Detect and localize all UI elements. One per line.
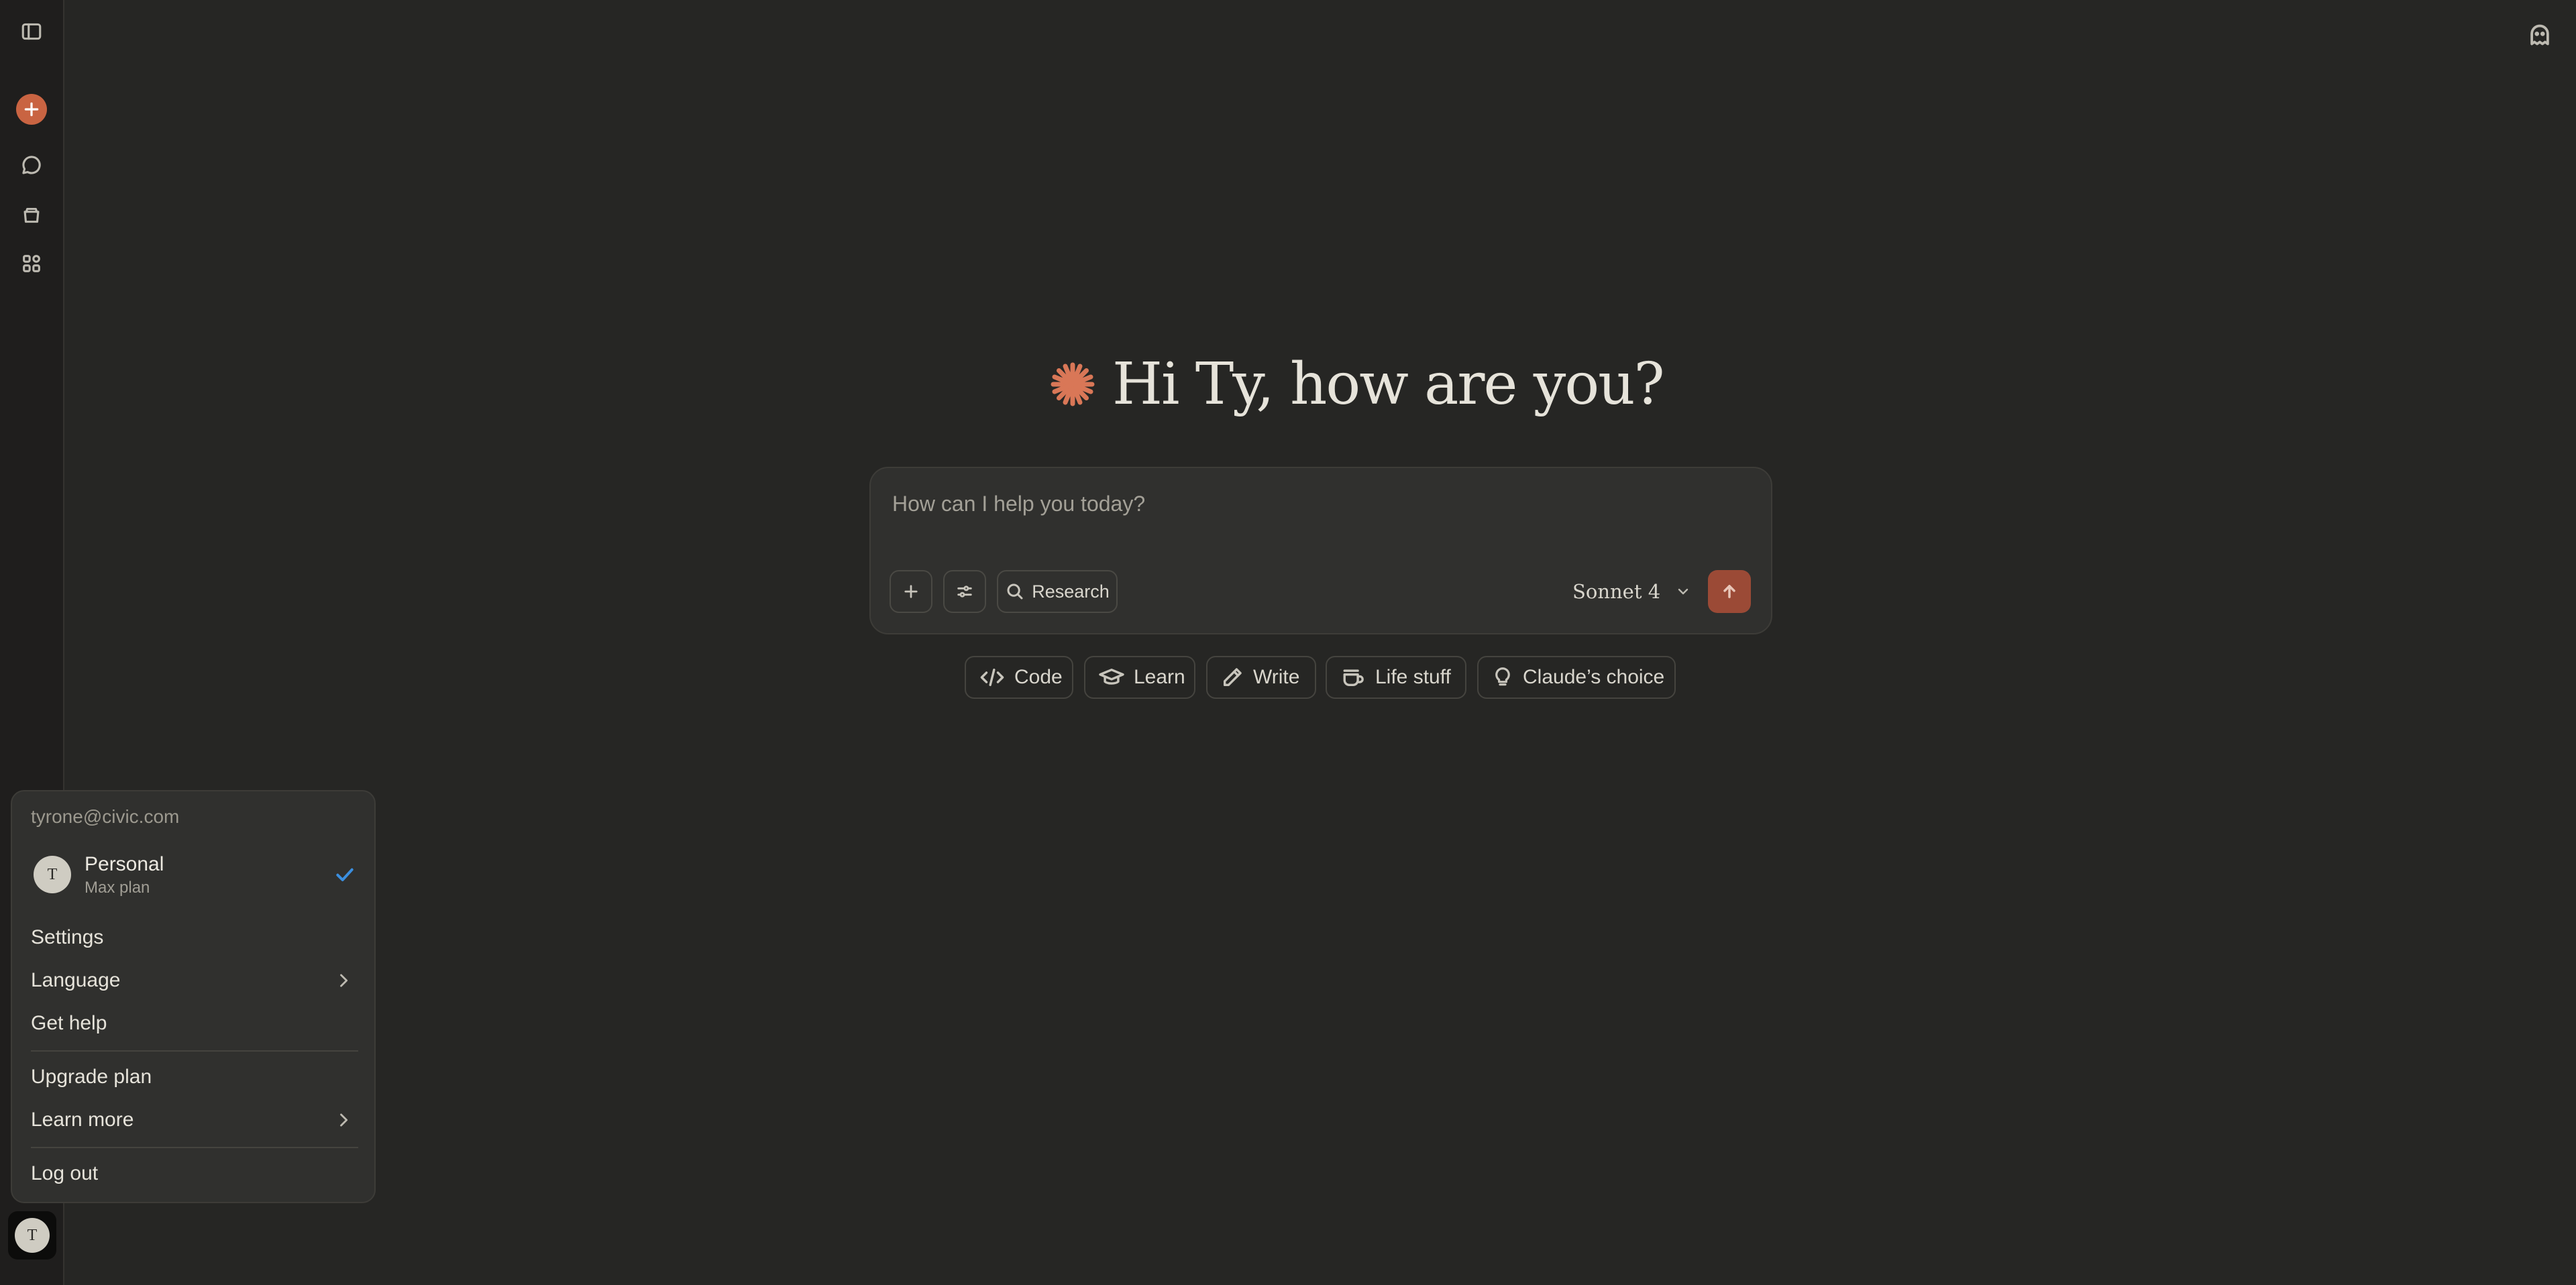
chip-label: Claude’s choice <box>1523 666 1665 688</box>
menu-item-get-help[interactable]: Get help <box>21 1005 366 1042</box>
sliders-icon <box>955 582 974 601</box>
account-email: tyrone@civic.com <box>31 806 180 827</box>
composer: Research Sonnet 4 <box>869 467 1772 634</box>
sidebar-toggle-icon <box>20 20 43 43</box>
menu-item-label: Settings <box>31 926 104 948</box>
chat-bubble-icon <box>20 154 43 176</box>
chevron-right-icon <box>334 971 353 990</box>
account-name: Personal <box>85 853 164 875</box>
attach-button[interactable] <box>890 570 932 613</box>
greeting: Hi Ty, how are you? <box>1051 347 1665 421</box>
incognito-button[interactable] <box>2522 17 2557 52</box>
menu-item-language[interactable]: Language <box>21 962 366 999</box>
sidebar-toggle-button[interactable] <box>12 12 51 51</box>
user-menu-button[interactable]: T <box>8 1211 56 1260</box>
plus-icon <box>902 582 920 601</box>
menu-item-settings[interactable]: Settings <box>21 919 366 956</box>
menu-item-label: Learn more <box>31 1109 134 1131</box>
graduation-cap-icon <box>1099 666 1124 689</box>
chip-label: Life stuff <box>1375 666 1451 688</box>
search-icon <box>1005 581 1025 602</box>
ghost-icon <box>2527 22 2553 48</box>
chevron-right-icon <box>334 1111 353 1129</box>
chip-label: Write <box>1253 666 1300 688</box>
menu-item-upgrade-plan[interactable]: Upgrade plan <box>21 1058 366 1096</box>
menu-item-label: Log out <box>31 1162 99 1184</box>
plus-icon <box>23 101 40 118</box>
account-avatar: T <box>34 856 71 893</box>
model-selector[interactable]: Sonnet 4 <box>1572 570 1691 613</box>
menu-divider <box>31 1050 358 1052</box>
send-button[interactable] <box>1708 570 1751 613</box>
chip-life-stuff[interactable]: Life stuff <box>1326 656 1466 699</box>
research-label: Research <box>1032 581 1110 602</box>
tools-button[interactable] <box>943 570 986 613</box>
chip-learn[interactable]: Learn <box>1084 656 1195 699</box>
account-plan: Max plan <box>85 879 150 897</box>
account-menu: tyrone@civic.com T Personal Max plan Set… <box>11 790 376 1203</box>
chats-button[interactable] <box>12 146 51 184</box>
chip-claudes-choice[interactable]: Claude’s choice <box>1477 656 1676 699</box>
menu-item-label: Upgrade plan <box>31 1066 152 1088</box>
lightbulb-icon <box>1492 665 1513 689</box>
claude-logo-icon <box>1051 362 1095 406</box>
coffee-cup-icon <box>1340 666 1366 689</box>
pen-icon <box>1221 666 1244 689</box>
arrow-up-icon <box>1720 582 1739 601</box>
artifacts-button[interactable] <box>12 244 51 283</box>
message-input[interactable] <box>891 488 1699 519</box>
model-label: Sonnet 4 <box>1572 580 1661 603</box>
menu-item-learn-more[interactable]: Learn more <box>21 1101 366 1139</box>
account-personal-item[interactable] <box>21 842 366 903</box>
chevron-down-icon <box>1675 583 1691 600</box>
projects-button[interactable] <box>12 195 51 234</box>
archive-box-icon <box>20 203 43 226</box>
chip-code[interactable]: Code <box>965 656 1073 699</box>
menu-divider <box>31 1147 358 1148</box>
research-button[interactable]: Research <box>997 570 1118 613</box>
new-chat-button[interactable] <box>16 94 47 125</box>
menu-item-log-out[interactable]: Log out <box>21 1155 366 1192</box>
checkmark-icon <box>334 864 356 885</box>
avatar: T <box>15 1218 50 1253</box>
greeting-text: Hi Ty, how are you? <box>1112 351 1665 418</box>
menu-item-label: Get help <box>31 1012 107 1034</box>
apps-grid-icon <box>20 252 43 275</box>
menu-item-label: Language <box>31 969 121 991</box>
chip-label: Learn <box>1134 666 1185 688</box>
chip-write[interactable]: Write <box>1206 656 1316 699</box>
chip-label: Code <box>1014 666 1063 688</box>
code-icon <box>979 666 1005 689</box>
